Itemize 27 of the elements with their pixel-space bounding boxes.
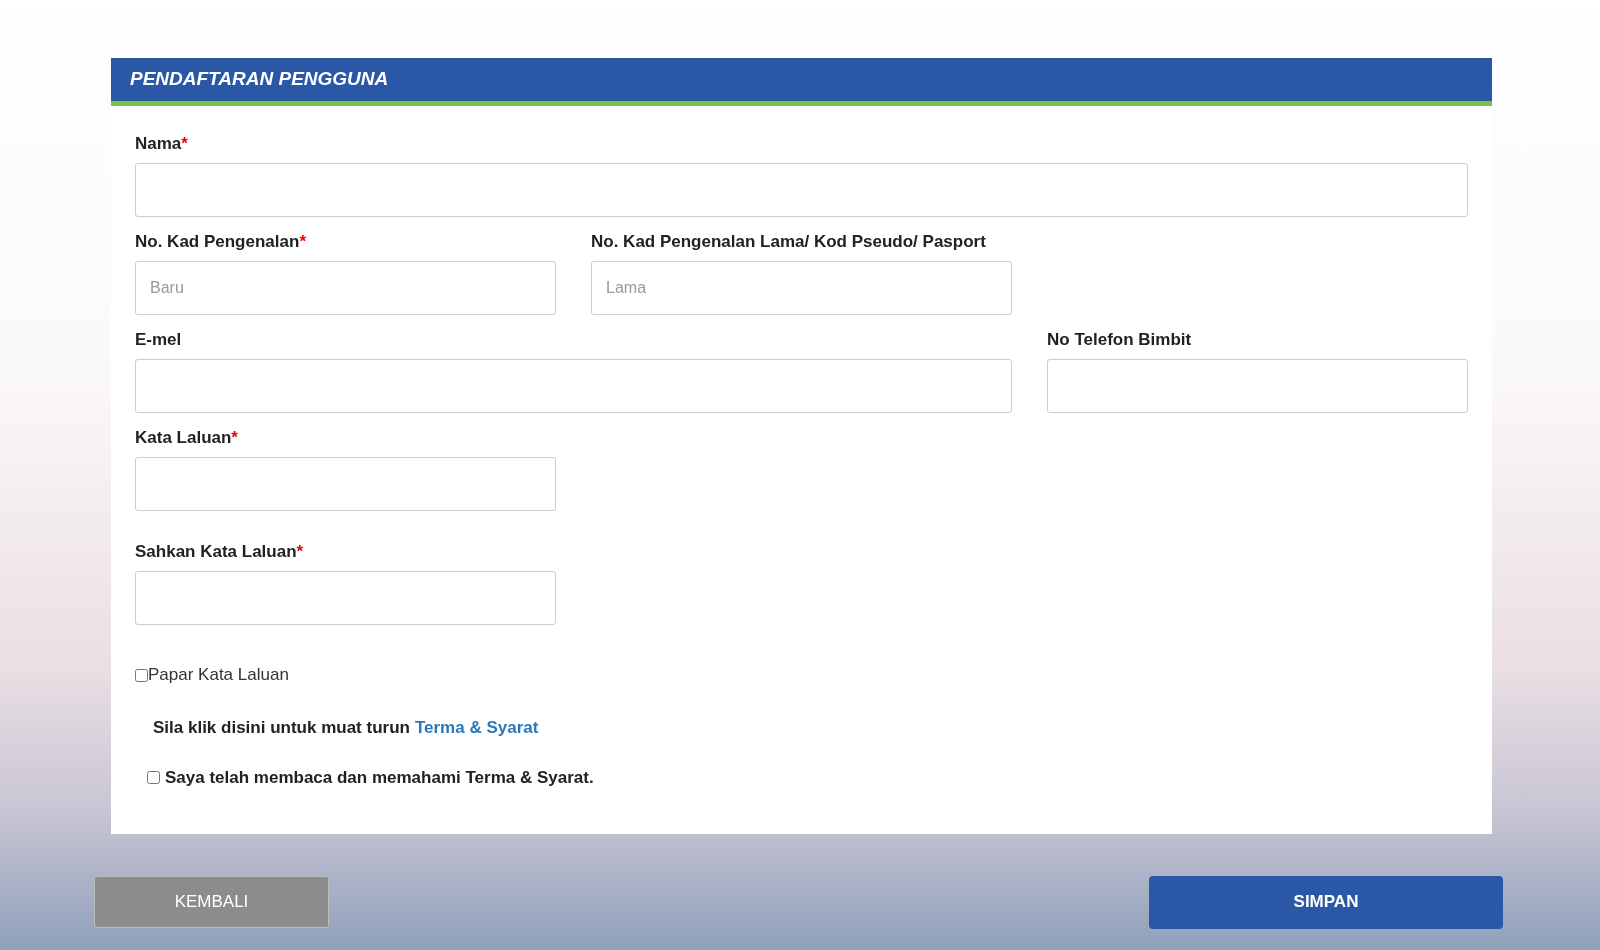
field-label: No Telefon Bimbit [1047, 329, 1192, 351]
terms-link[interactable]: Terma & Syarat [414, 715, 539, 741]
save-button[interactable]: SIMPAN [1149, 875, 1503, 929]
input-field[interactable] [135, 457, 556, 511]
field-label: Nama [135, 133, 182, 155]
input-field[interactable]: Baru [135, 261, 556, 315]
required-mark: * [296, 541, 304, 563]
back-button[interactable]: KEMBALI [94, 875, 329, 928]
input-field[interactable] [1047, 359, 1468, 413]
field-label: Sahkan Kata Laluan [135, 541, 297, 563]
required-mark: * [299, 231, 306, 253]
input-field[interactable]: Lama [591, 261, 1012, 315]
field-label: No. Kad Pengenalan [135, 231, 300, 253]
checkbox-label: Saya telah membaca dan memahami Terma & Syarat. [165, 766, 594, 789]
checkbox[interactable] [147, 771, 160, 784]
input-field[interactable] [135, 571, 556, 625]
field-label: Kata Laluan [135, 427, 232, 449]
checkbox-label: Papar Kata Laluan [148, 664, 289, 687]
required-mark: * [181, 133, 188, 155]
field-label: No. Kad Pengenalan Lama/ Kod Pseudo/ Pasport [591, 231, 986, 253]
form-title: PENDAFTARAN PENGGUNA [130, 67, 389, 92]
checkbox[interactable] [135, 668, 148, 682]
field-label: E-mel [135, 329, 182, 351]
required-mark: * [231, 427, 238, 449]
input-field[interactable] [135, 163, 1468, 217]
input-field[interactable] [135, 359, 1012, 413]
terms-note: Sila klik disini untuk muat turun [153, 717, 410, 739]
